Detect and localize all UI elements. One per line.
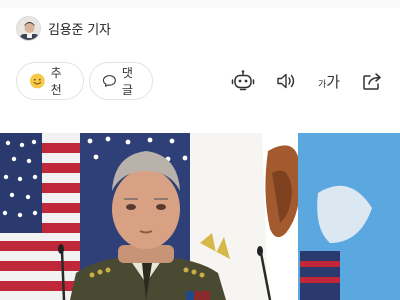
top-edge (0, 0, 400, 8)
comment-label: 댓글 (121, 66, 133, 97)
font-size-small-glyph: 가 (317, 79, 327, 90)
font-size-large-glyph: 가 (326, 72, 341, 91)
font-size-button[interactable]: 가 가 (315, 69, 343, 93)
smile-emoji-icon (29, 73, 45, 89)
speech-bubble-icon (102, 75, 116, 87)
speaker-icon (277, 73, 295, 89)
share-button[interactable] (360, 69, 384, 93)
listen-button[interactable] (274, 69, 298, 93)
flag-left (0, 133, 80, 300)
share-icon (363, 73, 381, 90)
comment-button[interactable]: 댓글 (89, 62, 153, 100)
reporter-avatar[interactable] (16, 15, 41, 41)
recommend-label: 추천 (50, 66, 62, 97)
flag-light-blue (298, 133, 400, 300)
byline: 김용준 기자 (16, 14, 111, 42)
article-action-bar: 추천 댓글 가 가 (0, 62, 400, 100)
recommend-button[interactable]: 추천 (16, 62, 84, 100)
article-photo[interactable] (0, 133, 400, 300)
reporter-name[interactable]: 김용준 기자 (48, 19, 111, 38)
robot-summary-button[interactable] (231, 69, 255, 93)
robot-summary-icon (231, 70, 255, 91)
